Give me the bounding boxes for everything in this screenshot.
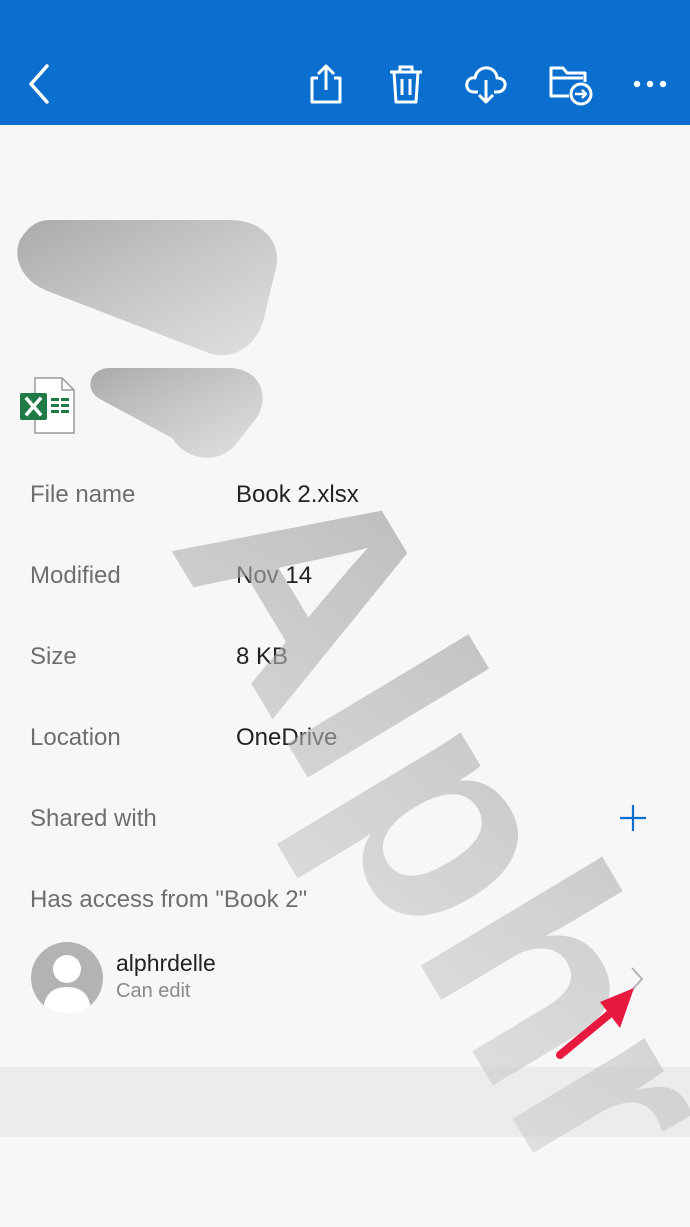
move-button[interactable] [544, 58, 596, 110]
detail-row-size: Size 8 KB [0, 637, 690, 677]
location-value: OneDrive [236, 724, 338, 751]
person-icon [43, 955, 91, 1014]
user-name: alphrdelle [116, 950, 216, 976]
add-people-button[interactable] [612, 797, 654, 839]
detail-row-file-name: File name Book 2.xlsx [0, 475, 690, 515]
download-button[interactable] [460, 58, 512, 110]
modified-value: Nov 14 [236, 562, 313, 589]
top-toolbar [0, 0, 690, 125]
trash-icon [390, 65, 422, 104]
more-icon [633, 80, 667, 88]
chevron-right-icon[interactable] [630, 966, 644, 992]
user-permission: Can edit [116, 980, 191, 1002]
excel-file-icon [20, 377, 75, 434]
more-button[interactable] [624, 58, 676, 110]
move-to-folder-icon [549, 66, 593, 106]
modified-label: Modified [30, 562, 121, 589]
user-access-row[interactable]: alphrdelle Can edit [0, 940, 690, 1020]
location-label: Location [30, 724, 121, 751]
plus-icon [620, 805, 646, 831]
chevron-left-icon [29, 64, 49, 104]
size-value: 8 KB [236, 643, 289, 670]
detail-row-location: Location OneDrive [0, 718, 690, 758]
section-divider [0, 1067, 690, 1137]
file-name-value: Book 2.xlsx [236, 481, 359, 508]
back-button[interactable] [14, 58, 66, 110]
shared-with-row: Shared with [0, 799, 690, 839]
size-label: Size [30, 643, 77, 670]
delete-button[interactable] [380, 58, 432, 110]
detail-row-modified: Modified Nov 14 [0, 556, 690, 596]
access-section-title: Has access from "Book 2" [30, 886, 308, 913]
watermark-overlay: Alphr [17, 220, 690, 1227]
shared-with-label: Shared with [30, 805, 157, 832]
avatar [31, 942, 103, 1014]
share-icon [310, 64, 342, 104]
file-name-label: File name [30, 481, 136, 508]
share-button[interactable] [300, 58, 352, 110]
cloud-download-icon [465, 66, 507, 104]
